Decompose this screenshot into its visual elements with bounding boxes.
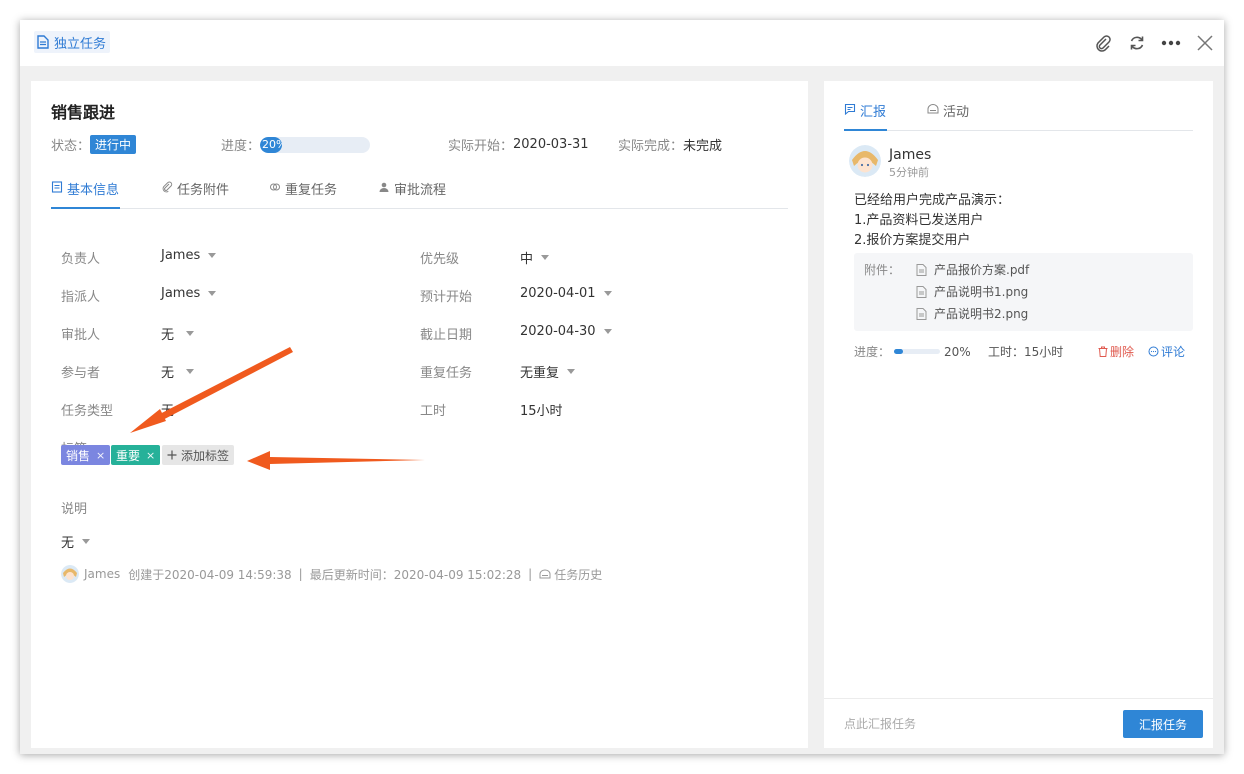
- tab-basic-info[interactable]: 基本信息: [51, 179, 120, 209]
- description-select[interactable]: 无: [61, 532, 91, 551]
- avatar: [849, 145, 881, 177]
- report-time: 5分钟前: [889, 166, 929, 179]
- repeat-select[interactable]: 无重复: [520, 362, 576, 381]
- tab-activity[interactable]: 活动: [927, 101, 969, 131]
- attachment-file[interactable]: 产品说明书2.png: [916, 305, 1028, 322]
- priority-select[interactable]: 中: [520, 248, 550, 267]
- comment-button[interactable]: 评论: [1148, 343, 1185, 360]
- approver-select[interactable]: 无: [161, 324, 195, 343]
- activity-icon: [927, 104, 939, 114]
- task-detail-panel: 销售跟进 状态： 进行中 进度： 20% 实际开始： 2020-03-31 实际…: [31, 81, 808, 748]
- report-input-placeholder[interactable]: 点此汇报任务: [844, 715, 916, 732]
- more-icon[interactable]: [1161, 33, 1181, 53]
- tab-attachments[interactable]: 任务附件: [161, 179, 229, 209]
- actual-start-field: 实际开始： 2020-03-31: [448, 137, 589, 154]
- assigner-select[interactable]: James: [161, 286, 217, 301]
- paperclip-icon: [162, 181, 173, 193]
- chevron-down-icon: [208, 253, 217, 258]
- report-attachments: 附件： 产品报价方案.pdf 产品说明书1.png 产品说明书2.png: [854, 253, 1193, 331]
- participants-label: 参与者: [61, 366, 101, 381]
- attachment-file[interactable]: 产品报价方案.pdf: [916, 261, 1029, 278]
- close-icon[interactable]: ×: [146, 449, 155, 462]
- history-icon: [539, 569, 551, 579]
- status-badge[interactable]: 进行中: [90, 135, 137, 154]
- detail-tabs: 基本信息 任务附件 重复任务 审批流程: [51, 179, 788, 209]
- chevron-down-icon: [541, 255, 550, 260]
- chevron-down-icon: [603, 291, 612, 296]
- report-tabs: 汇报 活动: [844, 101, 1193, 131]
- deadline-select[interactable]: 2020-04-30: [520, 324, 612, 339]
- report-line: 已经给用户完成产品演示：: [854, 193, 1011, 208]
- task-footer-info: James 创建于2020-04-09 14:59:38 | 最后更新时间：20…: [61, 565, 602, 583]
- delete-button[interactable]: 删除: [1098, 343, 1134, 360]
- chevron-down-icon: [82, 539, 91, 544]
- file-icon: [916, 285, 927, 298]
- task-title: 销售跟进: [51, 103, 116, 122]
- chevron-down-icon: [603, 329, 612, 334]
- participants-select[interactable]: 无: [161, 362, 195, 381]
- avatar: [61, 565, 79, 583]
- file-icon: [916, 307, 927, 320]
- repeat-icon: [270, 183, 280, 191]
- task-type-label: 独立任务: [34, 31, 111, 53]
- file-icon: [916, 263, 927, 276]
- tag-sales[interactable]: 销售 ×: [61, 445, 111, 465]
- owner-label: 负责人: [61, 252, 101, 267]
- progress-bar[interactable]: 20%: [260, 136, 371, 153]
- attachment-file[interactable]: 产品说明书1.png: [916, 283, 1028, 300]
- close-icon[interactable]: [1195, 33, 1215, 53]
- chevron-down-icon: [186, 369, 195, 374]
- task-history-link[interactable]: 任务历史: [539, 566, 602, 583]
- add-tag-button[interactable]: 添加标签: [162, 445, 235, 465]
- user-icon: [379, 182, 389, 192]
- hours-label: 工时: [420, 404, 447, 419]
- assigner-label: 指派人: [61, 290, 101, 305]
- report-hours: 工时：15小时: [988, 345, 1064, 359]
- chevron-down-icon: [208, 291, 217, 296]
- status-field: 状态： 进行中: [51, 135, 137, 154]
- hours-value: 15小时: [520, 404, 563, 419]
- task-type-value: 无: [161, 404, 175, 419]
- plus-icon: [167, 450, 177, 460]
- progress-fill: 20%: [260, 136, 283, 153]
- comment-icon: [1148, 346, 1159, 357]
- owner-select[interactable]: James: [161, 248, 217, 263]
- plan-start-select[interactable]: 2020-04-01: [520, 286, 612, 301]
- task-type-field-label: 任务类型: [61, 404, 114, 419]
- tag-important[interactable]: 重要 ×: [111, 445, 161, 465]
- header-actions: [1093, 20, 1224, 66]
- report-line: 2.报价方案提交用户: [854, 233, 971, 248]
- report-line: 1.产品资料已发送用户: [854, 213, 984, 228]
- divider: [824, 698, 1213, 699]
- document-icon: [51, 181, 63, 193]
- deadline-label: 截止日期: [420, 328, 473, 343]
- document-icon: [37, 35, 49, 49]
- report-progress-bar: [894, 349, 941, 354]
- trash-icon: [1098, 346, 1108, 357]
- chevron-down-icon: [186, 331, 195, 336]
- report-progress: 进度： 20%: [854, 344, 971, 360]
- comment-icon: [844, 103, 856, 115]
- actual-finish-field: 实际完成： 未完成: [618, 139, 723, 154]
- paperclip-icon[interactable]: [1093, 33, 1113, 53]
- task-dialog: 独立任务 销售跟进 状态： 进行中 进度： 20%: [20, 20, 1224, 754]
- tab-report[interactable]: 汇报: [844, 101, 887, 131]
- chevron-down-icon: [567, 369, 576, 374]
- tab-repeat-task[interactable]: 重复任务: [269, 179, 337, 209]
- submit-report-button[interactable]: 汇报任务: [1123, 710, 1203, 738]
- approver-label: 审批人: [61, 328, 101, 343]
- description-label: 说明: [61, 502, 88, 517]
- refresh-icon[interactable]: [1127, 33, 1147, 53]
- plan-start-label: 预计开始: [420, 290, 473, 305]
- priority-label: 优先级: [420, 252, 460, 267]
- tab-approval-flow[interactable]: 审批流程: [378, 179, 446, 209]
- report-author: James: [889, 147, 932, 163]
- progress-field: 进度： 20%: [221, 135, 371, 154]
- close-icon[interactable]: ×: [96, 449, 105, 462]
- report-panel: 汇报 活动 James 5分钟前 已经给用户完成产品演示： 1.产品资料已发送用…: [824, 81, 1213, 748]
- repeat-label: 重复任务: [420, 366, 473, 381]
- dialog-header: 独立任务: [20, 20, 1224, 66]
